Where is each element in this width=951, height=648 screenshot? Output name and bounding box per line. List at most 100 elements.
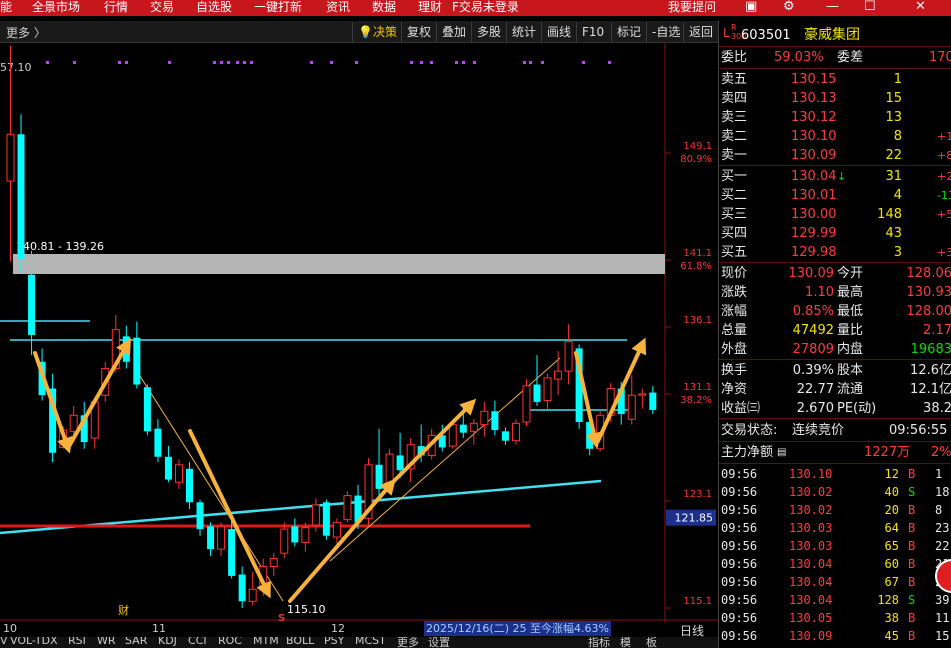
bid-price: 130.01: [791, 188, 837, 203]
stat-label-2: 内盘: [837, 342, 864, 357]
ask-label: 卖三: [721, 110, 748, 125]
axis-label: 115.1: [683, 596, 712, 607]
stat-value: 130.09: [788, 266, 835, 281]
menu-item-quotes[interactable]: 行情: [104, 0, 128, 14]
indicator-tab-vol[interactable]: VOL-TDX: [10, 637, 58, 647]
indicator-tab-mcst[interactable]: MCST: [355, 637, 386, 647]
back-button[interactable]: 返回: [683, 22, 718, 42]
indicator-tab-cci[interactable]: CCI: [188, 637, 207, 647]
menu-item-trade[interactable]: 交易: [150, 0, 174, 14]
indicator-tab-kdj[interactable]: KDJ: [158, 637, 177, 647]
axis-pct-label: 38.2%: [680, 395, 712, 406]
indicator-tab-rsi[interactable]: RSI: [68, 637, 86, 647]
stock-header[interactable]: L R 300 603501 豪威集团: [719, 21, 951, 45]
ask-row[interactable]: 卖一 130.09 22 +8: [719, 146, 951, 165]
close-icon[interactable]: ✕: [915, 0, 926, 14]
chart-toolbar: 更多 〉 💡决策 复权 叠加 多股 统计 画线 F10 标记 -自选 返回: [0, 21, 718, 43]
tick-count: 22: [935, 539, 950, 553]
signal-dot: [355, 61, 358, 64]
help-link[interactable]: 我要提问: [668, 0, 716, 14]
indicator-tab-settings[interactable]: 设置: [428, 637, 450, 648]
maximize-icon[interactable]: ☐: [864, 0, 876, 14]
list-icon[interactable]: ▤: [777, 443, 786, 462]
menu-item-0[interactable]: 能: [0, 0, 12, 14]
multi-stock-button[interactable]: 多股: [471, 22, 506, 42]
bid-price: 129.98: [791, 245, 837, 260]
current-price-text: 121.85: [675, 512, 714, 525]
tick-row: 09:56 130.05 38 B 11: [719, 609, 951, 627]
finance-marker[interactable]: 财: [118, 603, 129, 617]
bid-row[interactable]: 买五 129.98 3 +3: [719, 243, 951, 262]
kline-chart[interactable]: 140.81 - 139.26 57.10 149.1 80.9% 141.1 61.…: [0, 43, 718, 638]
stat-value-2: 38.2: [923, 401, 951, 416]
adjust-button[interactable]: 复权: [401, 22, 436, 42]
mark-button[interactable]: 标记: [611, 22, 646, 42]
menu-item-news[interactable]: 资讯: [326, 0, 350, 14]
bid-row[interactable]: 买四 129.99 43: [719, 224, 951, 243]
indicator-button[interactable]: 指标: [588, 637, 610, 648]
decision-button[interactable]: 💡决策: [352, 22, 402, 42]
indicator-tab-boll[interactable]: BOLL: [286, 637, 314, 647]
candle: [238, 566, 246, 608]
sell-marker[interactable]: S: [278, 613, 285, 623]
indicator-tab-sar[interactable]: SAR: [125, 637, 147, 647]
bid-row[interactable]: 买二 130.01 4 -11: [719, 186, 951, 205]
indicator-tab-wr[interactable]: WR: [97, 637, 116, 647]
remove-watchlist-button[interactable]: -自选: [646, 22, 685, 42]
menu-item-finance[interactable]: 理财: [418, 0, 442, 14]
overlay-button[interactable]: 叠加: [436, 22, 471, 42]
stat-value: 47492: [792, 323, 834, 338]
tick-row: 09:56 130.09 45 B 15: [719, 627, 951, 645]
indicator-tab-mtm[interactable]: MTM: [253, 637, 279, 647]
stat-label-2: 量比: [837, 323, 864, 338]
bid-row[interactable]: 买一 130.04 31 +25: [719, 167, 951, 186]
draw-line-button[interactable]: 画线: [541, 22, 576, 42]
axis-label: 149.1: [683, 141, 712, 152]
indicator-tab-v[interactable]: V: [0, 637, 8, 647]
signal-dot: [430, 61, 433, 64]
stat-row: 净资 22.77 流通 12.1亿: [719, 380, 951, 399]
low-price-label: 115.10: [287, 603, 326, 616]
minimize-icon[interactable]: —: [826, 0, 839, 14]
ask-price: 130.12: [791, 110, 837, 125]
ask-row[interactable]: 卖四 130.13 15: [719, 89, 951, 108]
candle: [522, 379, 531, 426]
menu-item-login-status[interactable]: F交易未登录: [452, 0, 519, 14]
menu-item-ipo[interactable]: 一键打新: [254, 0, 302, 14]
axis-label: 141.1: [683, 248, 712, 259]
ask-row[interactable]: 卖二 130.10 8 +1: [719, 127, 951, 146]
stat-row: 涨跌 1.10 最高 130.93: [719, 283, 951, 302]
tick-side: S: [908, 593, 916, 607]
gear-icon[interactable]: ⚙: [783, 0, 795, 14]
stock-code: 603501: [741, 28, 791, 43]
bid-row[interactable]: 买三 130.00 148 +5: [719, 205, 951, 224]
bid-label: 买一: [721, 169, 748, 184]
tick-side: B: [908, 539, 916, 553]
template-button[interactable]: 模: [620, 637, 631, 648]
main-flow-row[interactable]: 主力净额 ▤ 1227万 2%: [719, 443, 951, 462]
candle: [280, 522, 289, 559]
f10-button[interactable]: F10: [576, 22, 609, 42]
stats-button[interactable]: 统计: [506, 22, 541, 42]
board-button[interactable]: 板: [646, 637, 657, 648]
indicator-tab-psy[interactable]: PSY: [324, 637, 344, 647]
menu-item-market[interactable]: 全景市场: [32, 0, 80, 14]
tick-time: 09:56: [721, 629, 758, 643]
date-label-11: 11: [152, 622, 166, 635]
tick-time: 09:56: [721, 593, 758, 607]
tick-side: B: [908, 629, 916, 643]
signal-dot: [213, 61, 216, 64]
stat-value: 27809: [792, 342, 834, 357]
cube-icon[interactable]: ▣: [745, 0, 757, 14]
ask-row[interactable]: 卖三 130.12 13: [719, 108, 951, 127]
bid-label: 买四: [721, 226, 748, 241]
indicator-tab-more[interactable]: 更多: [397, 637, 419, 648]
menu-item-watchlist[interactable]: 自选股: [196, 0, 232, 14]
indicator-tab-roc[interactable]: ROC: [218, 637, 242, 647]
menu-item-data[interactable]: 数据: [372, 0, 396, 14]
quote-panel: L R 300 603501 豪威集团 委比 59.03% 委差 170 卖五 13…: [718, 21, 951, 648]
more-button[interactable]: 更多 〉: [6, 24, 46, 41]
tick-count: 1: [935, 467, 943, 481]
ask-row[interactable]: 卖五 130.15 1: [719, 70, 951, 89]
tick-volume: 60: [884, 557, 899, 571]
